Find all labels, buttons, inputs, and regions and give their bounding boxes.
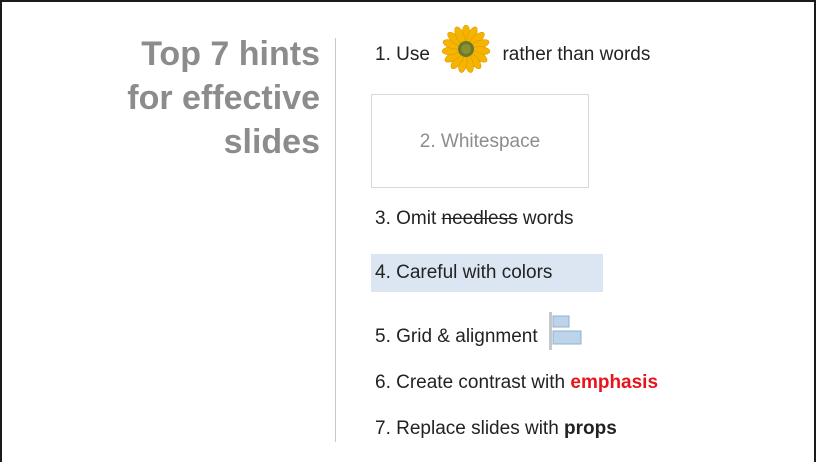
hint-2-text: 2. Whitespace <box>419 131 541 152</box>
hint-1: 1. Use rather than words <box>375 24 651 73</box>
hint-1-text-before: 1. Use <box>375 44 430 65</box>
vertical-divider <box>335 38 336 442</box>
hint-3: 3. Omit needless words <box>375 208 574 230</box>
hint-3-text-before: 3. Omit <box>375 208 437 229</box>
alignment-icon <box>548 312 583 356</box>
sunflower-icon <box>439 24 493 79</box>
hint-5: 5. Grid & alignment <box>375 312 583 356</box>
hint-7-bold: props <box>564 418 617 439</box>
hint-6-text: 6. Create contrast with <box>375 372 566 393</box>
slide-title: Top 7 hints for effective slides <box>127 32 320 164</box>
title-line-1: Top 7 hints <box>141 35 320 73</box>
hint-1-text-after: rather than words <box>502 44 651 65</box>
title-line-3: slides <box>223 123 320 161</box>
hint-6: 6. Create contrast with emphasis <box>375 372 658 394</box>
hint-2-box: 2. Whitespace <box>371 94 589 188</box>
hint-3-text-after: words <box>522 208 574 229</box>
slide: Top 7 hints for effective slides 1. Use <box>0 0 816 462</box>
hint-4-box: 4. Careful with colors <box>371 254 603 292</box>
title-line-2: for effective <box>127 79 320 117</box>
hint-7: 7. Replace slides with props <box>375 418 617 440</box>
hint-7-text: 7. Replace slides with <box>375 418 559 439</box>
hint-6-emphasis: emphasis <box>570 372 659 393</box>
hint-5-text: 5. Grid & alignment <box>375 326 538 348</box>
hint-3-strikethrough: needless <box>441 208 518 229</box>
hint-4-text: 4. Careful with colors <box>375 262 553 283</box>
